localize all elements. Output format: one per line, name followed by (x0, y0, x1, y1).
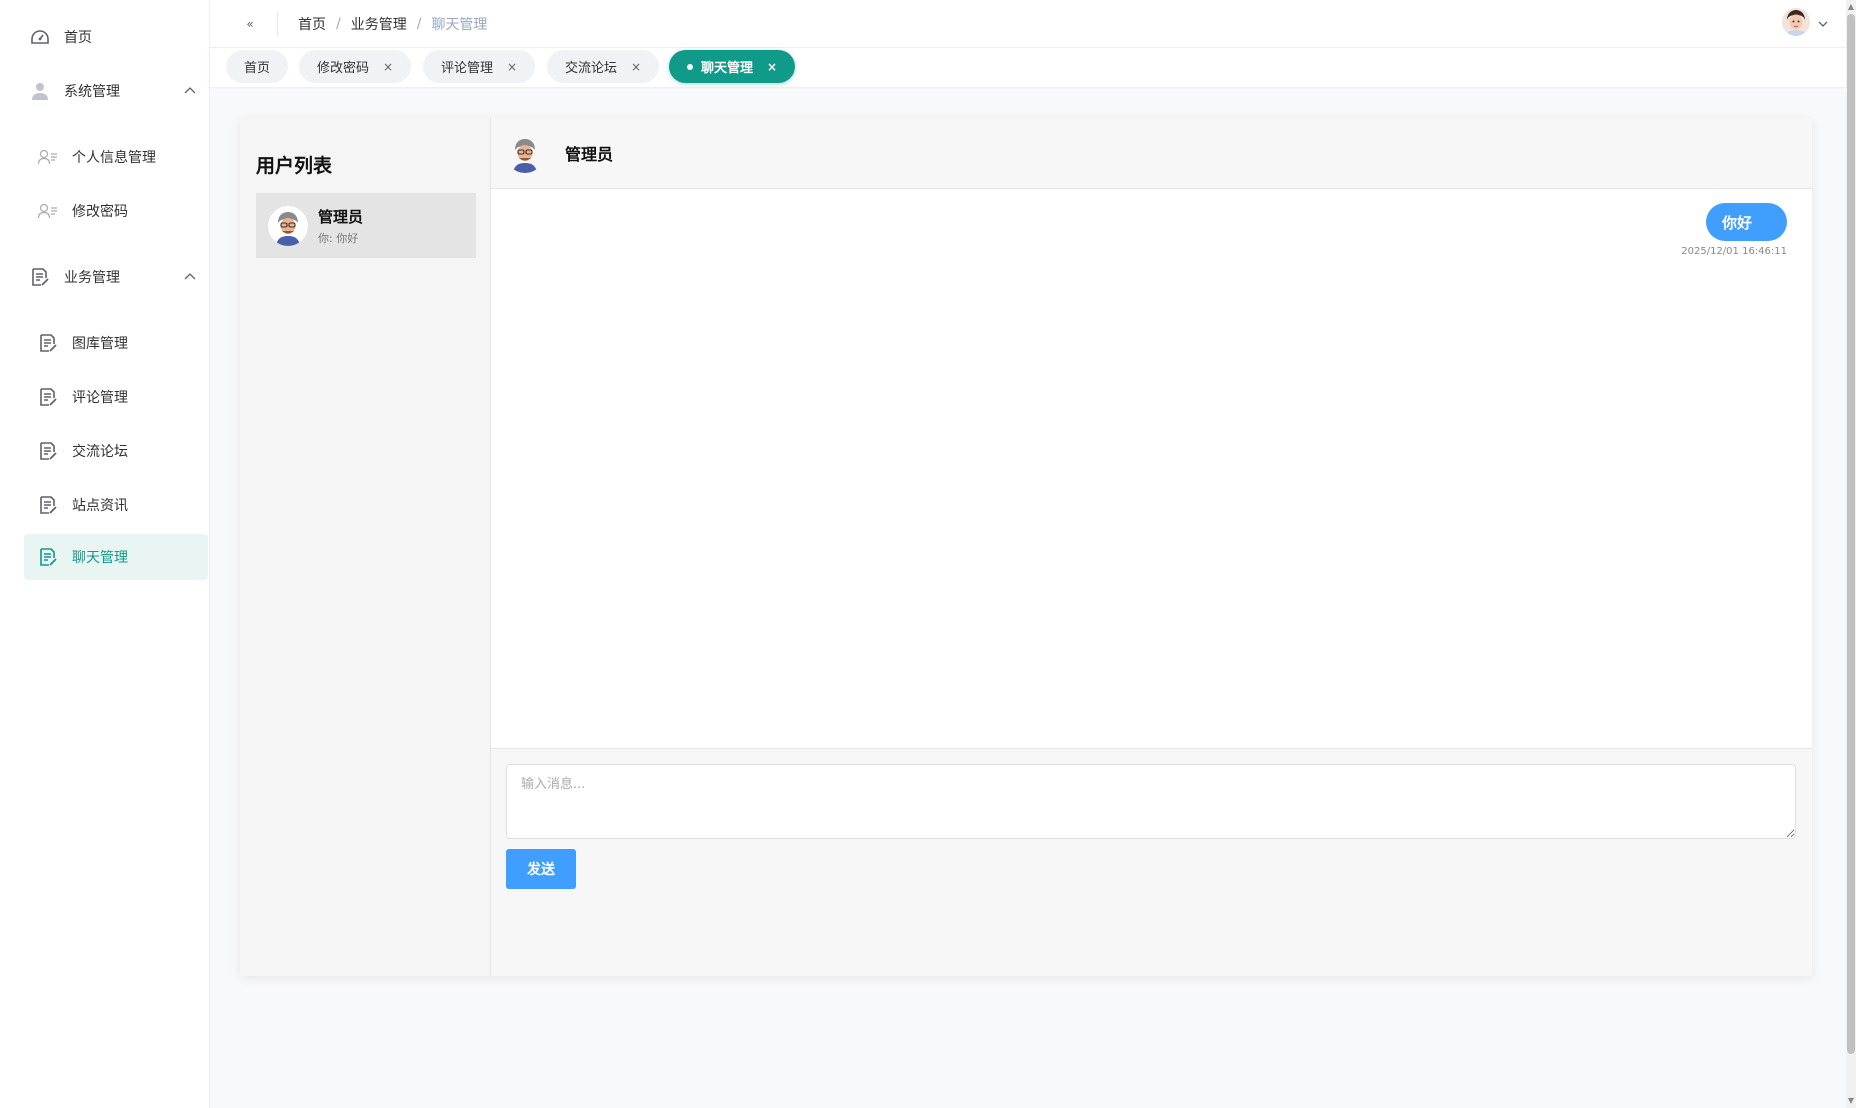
tags-view: 首页 修改密码 × 评论管理 × 交流论坛 × 聊天管理 × (210, 48, 1846, 88)
user-list-icon (38, 147, 58, 167)
sidebar-item-label: 业务管理 (64, 270, 120, 286)
avatar (505, 133, 545, 173)
user-list-item[interactable]: 管理员 你: 你好 (256, 193, 476, 258)
breadcrumb-item-current: 聊天管理 (431, 16, 488, 33)
message-bubble-self: 你好 (1705, 203, 1787, 241)
breadcrumb-separator: / (336, 15, 341, 32)
scroll-up-arrow-icon[interactable]: ▲ (1847, 2, 1855, 12)
sidebar-item-change-password[interactable]: 修改密码 (24, 188, 208, 234)
document-edit-icon (30, 267, 50, 287)
tag-comments[interactable]: 评论管理 × (423, 50, 536, 83)
sidebar-item-label: 系统管理 (64, 84, 120, 100)
close-icon[interactable]: × (631, 60, 641, 74)
sidebar-item-label: 个人信息管理 (72, 150, 156, 166)
message-input[interactable] (506, 764, 1796, 839)
send-button[interactable]: 发送 (506, 849, 576, 889)
document-edit-icon (38, 441, 58, 461)
scrollbar-thumb[interactable] (1847, 14, 1855, 1054)
tag-forum[interactable]: 交流论坛 × (547, 50, 660, 83)
tag-home[interactable]: 首页 (226, 50, 289, 83)
breadcrumb: 首页 / 业务管理 / 聊天管理 (298, 14, 487, 34)
sidebar-item-label: 首页 (64, 30, 92, 46)
message-composer: 发送 (491, 748, 1812, 976)
chevron-up-icon (184, 268, 196, 284)
sidebar-item-forum[interactable]: 交流论坛 (24, 428, 208, 474)
sidebar-item-news[interactable]: 站点资讯 (24, 482, 208, 528)
message-timestamp: 2025/12/01 16:46:11 (1681, 246, 1787, 257)
sidebar-item-label: 评论管理 (72, 390, 128, 406)
sidebar-group-system[interactable]: 系统管理 (24, 68, 208, 114)
sidebar-group-business[interactable]: 业务管理 (24, 254, 208, 300)
sidebar-item-label: 站点资讯 (72, 498, 128, 514)
user-menu[interactable] (1782, 8, 1828, 36)
chat-card: 用户列表 管理员 你: 你好 管理员 你好 2025/12/01 16:46:1… (240, 118, 1812, 976)
avatar (268, 205, 308, 246)
document-edit-icon (38, 387, 58, 407)
chat-partner-name: 管理员 (565, 145, 614, 164)
close-icon[interactable]: × (383, 60, 393, 74)
sidebar-item-chat[interactable]: 聊天管理 (24, 534, 208, 580)
document-edit-icon (38, 495, 58, 515)
breadcrumb-item-home[interactable]: 首页 (298, 14, 326, 34)
active-dot-icon (687, 63, 693, 70)
tag-label: 评论管理 (441, 61, 494, 76)
header-divider (277, 11, 278, 36)
sidebar-item-label: 修改密码 (72, 204, 128, 220)
message-list: 你好 2025/12/01 16:46:11 (491, 190, 1812, 748)
close-icon[interactable]: × (767, 60, 777, 74)
chevron-up-icon (184, 82, 196, 98)
chevron-down-icon[interactable] (1818, 13, 1828, 32)
user-icon (30, 81, 50, 101)
user-list-icon (38, 201, 58, 221)
tag-label: 首页 (244, 61, 271, 76)
sidebar-item-profile[interactable]: 个人信息管理 (24, 134, 208, 180)
document-edit-icon (38, 547, 58, 567)
sidebar-item-label: 交流论坛 (72, 444, 128, 460)
breadcrumb-item-business[interactable]: 业务管理 (351, 14, 407, 34)
dashboard-icon (30, 27, 50, 47)
sidebar-item-label: 聊天管理 (72, 550, 128, 566)
sidebar-item-home[interactable]: 首页 (24, 14, 208, 60)
tag-change-password[interactable]: 修改密码 × (299, 50, 412, 83)
chat-pane: 管理员 你好 2025/12/01 16:46:11 发送 (491, 118, 1812, 976)
breadcrumb-separator: / (416, 15, 422, 32)
tag-chat[interactable]: 聊天管理 × (669, 50, 796, 83)
scroll-down-arrow-icon[interactable]: ▼ (1847, 1096, 1855, 1106)
user-list-panel: 用户列表 管理员 你: 你好 (240, 118, 491, 976)
last-message-preview: 你: 你好 (318, 231, 359, 245)
avatar[interactable] (1782, 8, 1810, 36)
tag-label: 交流论坛 (565, 61, 618, 76)
chat-header: 管理员 (491, 118, 1812, 189)
sidebar-item-label: 图库管理 (72, 336, 128, 352)
tag-label: 修改密码 (317, 61, 370, 76)
user-name: 管理员 (318, 207, 364, 226)
collapse-sidebar-button[interactable]: « (235, 12, 265, 36)
user-list-title: 用户列表 (256, 155, 333, 177)
sidebar: 首页 系统管理 个人信息管理 修改密码 业务管理 图库管理 评论管理 交流论坛 … (0, 0, 210, 1108)
document-edit-icon (38, 333, 58, 353)
sidebar-item-comments[interactable]: 评论管理 (24, 374, 208, 420)
tag-label: 聊天管理 (701, 61, 754, 76)
page-scrollbar[interactable]: ▲ ▼ (1846, 0, 1856, 1108)
sidebar-item-gallery[interactable]: 图库管理 (24, 320, 208, 366)
close-icon[interactable]: × (507, 60, 517, 74)
top-header: « 首页 / 业务管理 / 聊天管理 (210, 0, 1846, 48)
